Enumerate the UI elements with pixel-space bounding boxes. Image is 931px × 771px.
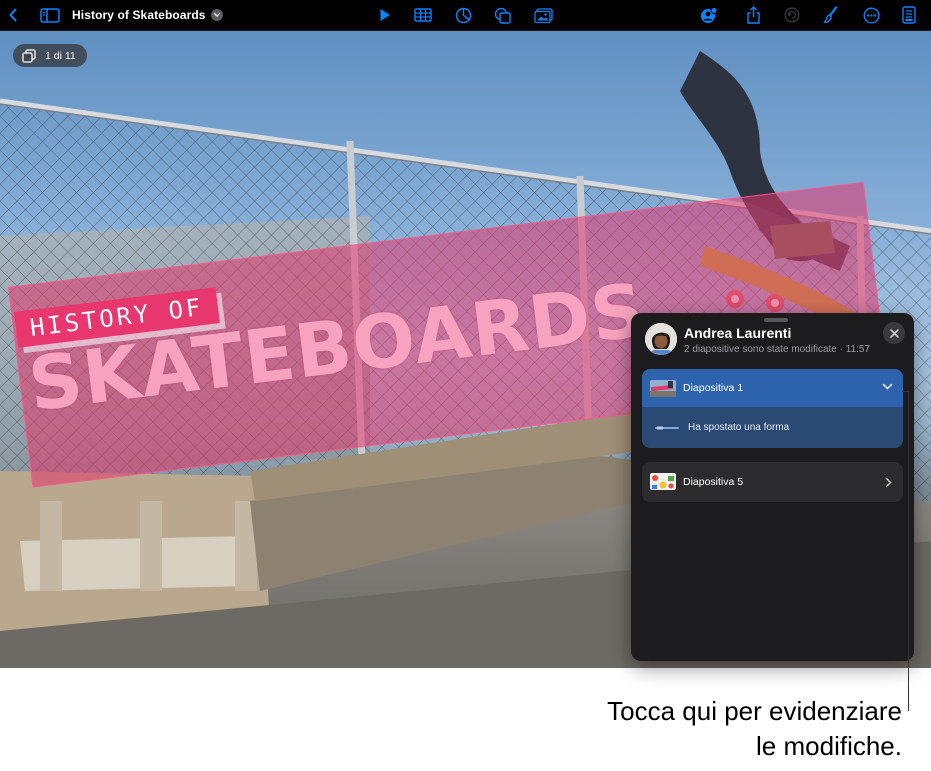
change-description: Ha spostato una forma <box>688 422 790 433</box>
format-brush-icon <box>823 6 838 24</box>
collaborate-icon <box>701 6 718 23</box>
play-button[interactable] <box>375 0 395 30</box>
more-icon <box>863 7 879 23</box>
shape-thumbnail <box>654 421 680 435</box>
presenter-notes-button[interactable] <box>899 0 919 30</box>
slide-change-row-5[interactable]: Diapositiva 5 <box>642 462 903 502</box>
panel-grabber[interactable] <box>764 318 788 322</box>
share-icon <box>746 6 760 24</box>
callout-leader-line <box>902 391 909 711</box>
chart-icon <box>455 7 471 23</box>
insert-chart-button[interactable] <box>452 0 474 30</box>
back-button[interactable] <box>4 0 22 30</box>
title-chevron-icon <box>210 9 223 21</box>
play-icon <box>380 9 390 21</box>
more-button[interactable] <box>861 0 881 30</box>
shape-icon <box>494 7 511 24</box>
change-time: 11:57 <box>845 344 871 355</box>
collaboration-activity-panel: Andrea Laurenti 2 diapositive sono state… <box>631 313 914 661</box>
slide-5-thumbnail <box>650 473 676 490</box>
chevron-left-icon <box>9 8 17 22</box>
callout-line-1: Tocca qui per evidenziare <box>607 696 902 726</box>
chevron-right-icon <box>885 477 892 488</box>
top-toolbar: History of Skateboards <box>0 0 931 31</box>
document-title: History of Skateboards <box>72 8 206 22</box>
share-button[interactable] <box>743 0 763 30</box>
collaborator-summary: 2 diapositive sono state modificate · 11… <box>684 344 870 355</box>
slide-1-change-detail[interactable]: Ha spostato una forma <box>642 407 903 448</box>
insert-table-button[interactable] <box>412 0 434 30</box>
format-button[interactable] <box>821 0 841 30</box>
slide-5-label: Diapositiva 5 <box>683 476 744 488</box>
sidebar-icon <box>40 7 60 23</box>
insert-shape-button[interactable] <box>492 0 514 30</box>
media-icon <box>533 7 553 23</box>
presenter-notes-icon <box>902 6 916 24</box>
callout-caption: Tocca qui per evidenziare le modifiche. <box>540 694 902 764</box>
slide-counter-badge[interactable]: 1 di 11 <box>13 44 87 67</box>
callout-line-2: le modifiche. <box>756 731 902 761</box>
changes-summary-text: 2 diapositive sono state modificate <box>684 344 837 355</box>
slide-change-row-1[interactable]: Diapositiva 1 <box>642 369 903 407</box>
undo-button[interactable] <box>782 0 802 30</box>
undo-icon <box>784 7 800 23</box>
collaborate-button[interactable] <box>696 0 720 30</box>
document-title-button[interactable]: History of Skateboards <box>72 0 223 30</box>
slide-counter-text: 1 di 11 <box>45 49 76 62</box>
slide-1-label: Diapositiva 1 <box>683 382 744 394</box>
chevron-down-icon <box>882 383 893 390</box>
close-icon <box>889 328 899 338</box>
avatar <box>645 323 677 355</box>
insert-media-button[interactable] <box>532 0 554 30</box>
table-icon <box>414 8 432 22</box>
close-panel-button[interactable] <box>883 322 905 344</box>
collaborator-name: Andrea Laurenti <box>684 325 792 341</box>
slides-stack-icon <box>22 48 36 63</box>
slide-1-thumbnail <box>650 380 676 397</box>
sidebar-toggle-button[interactable] <box>38 0 62 30</box>
